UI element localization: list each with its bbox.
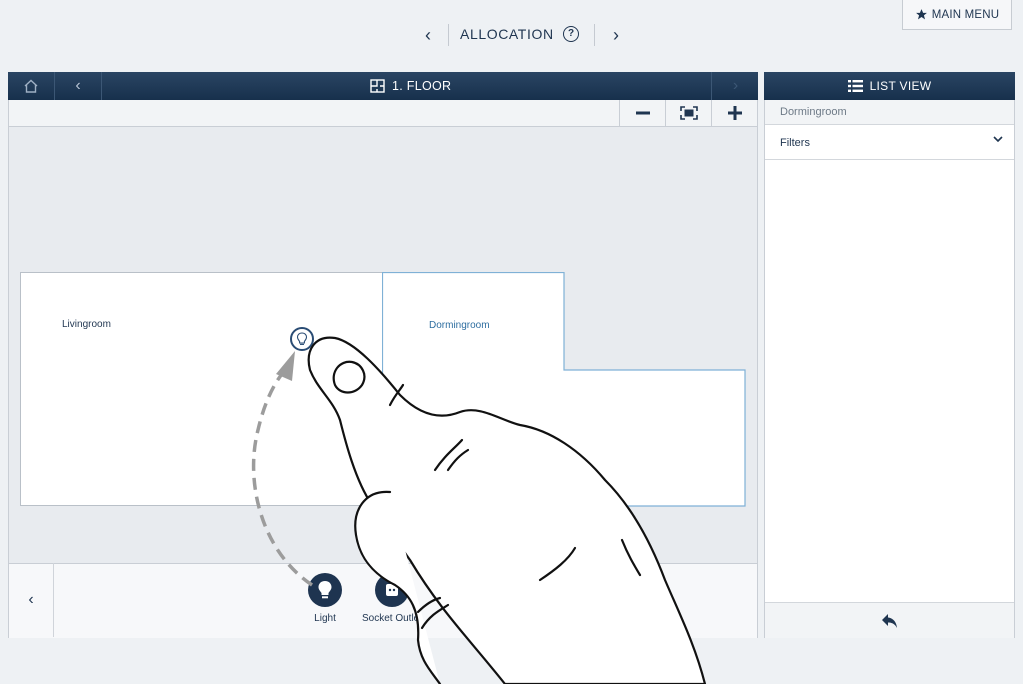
nav-divider (594, 24, 595, 46)
floor-title-label: 1. FLOOR (392, 79, 452, 93)
chevron-down-icon (993, 136, 1003, 143)
star-icon (915, 9, 927, 20)
list-view-header[interactable]: LIST VIEW (764, 72, 1015, 100)
room-label: Dormingroom (429, 320, 490, 331)
room-dormingroom[interactable] (382, 272, 748, 508)
home-button[interactable] (8, 72, 55, 100)
minus-icon (636, 111, 650, 115)
floor-title: 1. FLOOR (370, 72, 451, 100)
main-menu-label: MAIN MENU (931, 8, 1000, 21)
nav-divider (448, 24, 449, 46)
device-bar-prev-button[interactable]: ‹ (9, 563, 54, 637)
selected-room-label: Dormingroom (765, 100, 1014, 125)
home-icon (24, 79, 38, 93)
list-view-title: LIST VIEW (869, 79, 932, 93)
room-livingroom[interactable] (20, 272, 383, 506)
device-label: Light (314, 613, 336, 624)
bulb-icon (308, 573, 342, 607)
page-title: ALLOCATION (460, 26, 554, 42)
list-icon (847, 80, 863, 92)
floor-back-button[interactable]: ‹ (55, 72, 102, 100)
zoom-out-button[interactable] (619, 100, 666, 126)
undo-arrow-icon[interactable] (881, 613, 899, 629)
nav-prev-button[interactable]: ‹ (418, 22, 438, 48)
fit-screen-icon (680, 106, 698, 120)
bulb-icon (296, 332, 308, 345)
filters-dropdown[interactable]: Filters (765, 126, 1014, 160)
socket-outlet-icon (375, 573, 409, 607)
main-menu-button[interactable]: MAIN MENU (902, 0, 1012, 30)
help-icon[interactable]: ? (563, 26, 579, 42)
fit-to-screen-button[interactable] (665, 100, 712, 126)
room-label: Livingroom (62, 319, 111, 330)
device-light[interactable]: Light (295, 573, 355, 624)
device-socket-outlet[interactable]: Socket Outlet (356, 573, 428, 624)
device-label: Socket Outlet (361, 613, 423, 624)
list-footer (765, 602, 1014, 638)
nav-next-button[interactable]: › (606, 22, 626, 48)
zoom-in-button[interactable] (711, 100, 758, 126)
plus-icon (728, 106, 742, 120)
floor-forward-button[interactable]: › (711, 72, 759, 100)
floor-plan-icon (370, 79, 385, 93)
placed-light-device[interactable] (290, 327, 314, 351)
